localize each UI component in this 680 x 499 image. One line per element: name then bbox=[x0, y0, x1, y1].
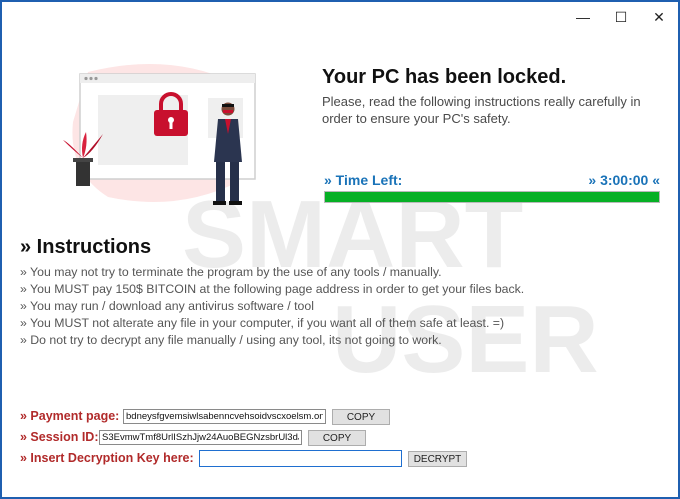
close-button[interactable]: ✕ bbox=[640, 2, 678, 32]
minimize-button[interactable]: — bbox=[564, 2, 602, 32]
decryption-key-input[interactable] bbox=[199, 450, 402, 467]
instruction-item: » Do not try to decrypt any file manuall… bbox=[20, 333, 442, 347]
time-left-label: » Time Left: bbox=[324, 172, 403, 188]
session-id-label: » Session ID: bbox=[20, 430, 99, 444]
decrypt-button[interactable]: DECRYPT bbox=[408, 451, 467, 467]
countdown-progress-fill bbox=[325, 192, 659, 202]
page-title: Your PC has been locked. bbox=[322, 66, 567, 88]
payment-page-field[interactable] bbox=[123, 409, 326, 424]
ransom-window: — ☐ ✕ SMART USER Your PC has been locked… bbox=[0, 0, 680, 499]
copy-payment-button[interactable]: COPY bbox=[332, 409, 390, 425]
time-left-value: » 3:00:00 « bbox=[588, 172, 660, 188]
instructions-title: » Instructions bbox=[20, 236, 152, 258]
payment-page-label: » Payment page: bbox=[20, 409, 120, 423]
instruction-item: » You MUST pay 150$ BITCOIN at the follo… bbox=[20, 282, 525, 296]
instructions-list: » You may not try to terminate the progr… bbox=[20, 264, 524, 349]
copy-session-button[interactable]: COPY bbox=[308, 430, 366, 446]
session-id-field[interactable] bbox=[99, 430, 302, 445]
instruction-item: » You may run / download any antivirus s… bbox=[20, 299, 314, 313]
countdown-progress-bar bbox=[324, 191, 660, 203]
instruction-item: » You MUST not alterate any file in your… bbox=[20, 316, 505, 330]
maximize-button[interactable]: ☐ bbox=[602, 2, 640, 32]
title-bar: — ☐ ✕ bbox=[564, 2, 678, 32]
decryption-key-label: » Insert Decryption Key here: bbox=[20, 451, 194, 465]
page-subtitle: Please, read the following instructions … bbox=[322, 94, 641, 126]
locked-pc-illustration bbox=[63, 64, 256, 205]
instruction-item: » You may not try to terminate the progr… bbox=[20, 265, 442, 279]
